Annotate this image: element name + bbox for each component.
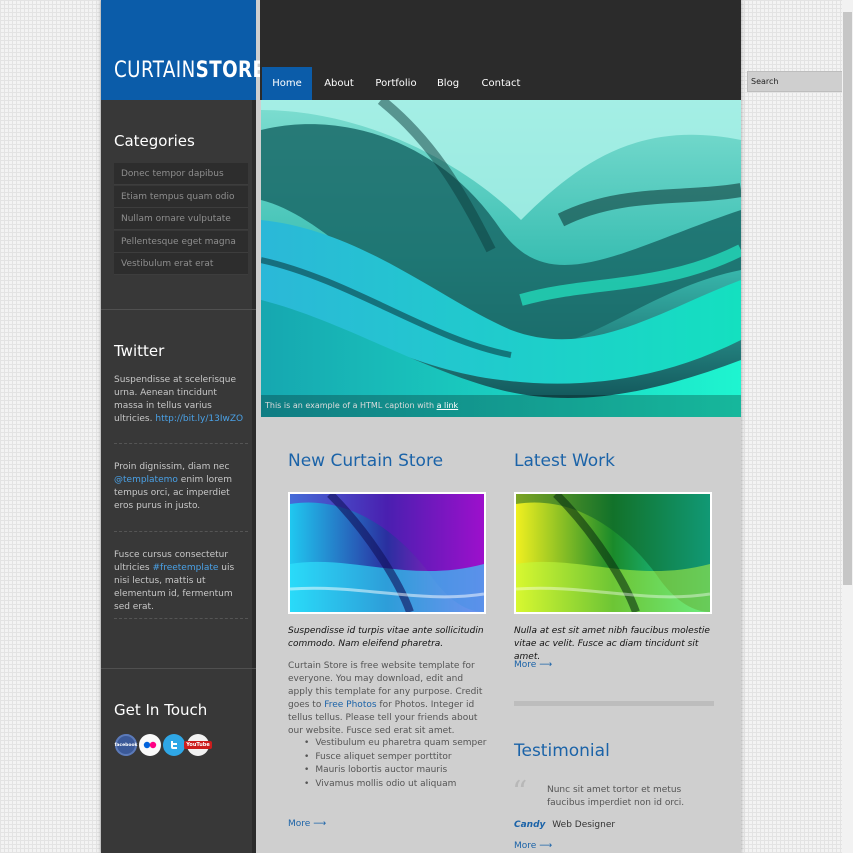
- quote-icon: “: [512, 775, 528, 810]
- tweet-link[interactable]: #freetemplate: [152, 563, 218, 573]
- author-name: Candy: [514, 820, 546, 830]
- list-item: Vivamus mollis odio ut aliquam: [304, 778, 486, 792]
- arrow-right-icon: ⟶: [313, 819, 327, 829]
- tweet-divider: [114, 618, 248, 619]
- thumbnail-image[interactable]: [514, 492, 712, 614]
- nav-blog[interactable]: Blog: [430, 67, 466, 100]
- tweet-link[interactable]: http://bit.ly/13IwZO: [155, 414, 243, 424]
- tweet-link[interactable]: @templatemo: [114, 475, 178, 485]
- body-text: Curtain Store is free website template f…: [288, 661, 483, 736]
- category-item[interactable]: Donec tempor dapibus: [114, 163, 248, 185]
- logo-text-bold: STORE: [195, 58, 266, 83]
- list-item: Fusce aliquet semper porttitor: [304, 751, 486, 765]
- section-title: Testimonial: [514, 741, 610, 761]
- flickr-icon[interactable]: [139, 734, 161, 756]
- category-item[interactable]: Vestibulum erat erat: [114, 253, 248, 275]
- more-link[interactable]: More ⟶: [514, 660, 552, 670]
- tweet-text: Proin dignissim, diam nec: [114, 462, 230, 472]
- caption-text: This is an example of a HTML caption wit…: [265, 401, 435, 410]
- banner-image: [261, 100, 741, 417]
- tweet: Suspendisse at scelerisque urna. Aenean …: [114, 374, 248, 426]
- intro-text: Nulla at est sit amet nibh faucibus mole…: [514, 626, 710, 662]
- categories-list: Donec tempor dapibus Etiam tempus quam o…: [114, 163, 248, 276]
- divider: [514, 701, 714, 706]
- category-item[interactable]: Pellentesque eget magna: [114, 230, 248, 253]
- sidebar: CURTAINSTORE Categories Donec tempor dap…: [101, 0, 265, 853]
- logo-text-light: CURTAIN: [114, 58, 196, 83]
- divider: [101, 309, 256, 310]
- tweet: Proin dignissim, diam nec @templatemo en…: [114, 461, 248, 513]
- arrow-right-icon: ⟶: [539, 660, 553, 670]
- list-item: Mauris lobortis auctor mauris: [304, 764, 486, 778]
- scrollbar-thumb[interactable]: [843, 12, 852, 585]
- caption-link[interactable]: a link: [437, 401, 459, 410]
- category-item[interactable]: Etiam tempus quam odio: [114, 185, 248, 208]
- more-link[interactable]: More ⟶: [514, 841, 552, 851]
- page-wrapper: CURTAINSTORE Categories Donec tempor dap…: [101, 0, 853, 853]
- thumbnail-image[interactable]: [288, 492, 486, 614]
- youtube-icon[interactable]: YouTube: [184, 734, 212, 756]
- header-bar: Home About Portfolio Blog Contact: [260, 0, 853, 100]
- free-photos-link[interactable]: Free Photos: [324, 700, 376, 710]
- intro-text: Suspendisse id turpis vitae ante sollici…: [288, 626, 484, 649]
- tweet: Fusce cursus consectetur ultricies #free…: [114, 549, 248, 614]
- banner-slider[interactable]: This is an example of a HTML caption wit…: [261, 100, 741, 417]
- contact-title: Get In Touch: [114, 701, 208, 719]
- author-role: Web Designer: [552, 820, 616, 830]
- list-item: Vestibulum eu pharetra quam semper: [304, 737, 486, 751]
- categories-title: Categories: [114, 132, 195, 150]
- nav-home[interactable]: Home: [262, 67, 312, 100]
- category-item[interactable]: Nullam ornare vulputate: [114, 208, 248, 230]
- bullet-list: Vestibulum eu pharetra quam semper Fusce…: [304, 737, 486, 791]
- tweet-divider: [114, 531, 248, 532]
- more-link[interactable]: More ⟶: [288, 819, 326, 829]
- logo[interactable]: CURTAINSTORE: [101, 0, 265, 100]
- twitter-icon[interactable]: [163, 734, 185, 756]
- arrow-right-icon: ⟶: [539, 841, 553, 851]
- facebook-icon[interactable]: facebook: [114, 734, 138, 756]
- divider: [101, 668, 256, 669]
- nav-portfolio[interactable]: Portfolio: [368, 67, 424, 100]
- testimonial-quote: Nunc sit amet tortor et metus faucibus i…: [547, 785, 685, 808]
- testimonial-author: Candy Web Designer: [514, 819, 615, 832]
- nav-about[interactable]: About: [318, 67, 360, 100]
- twitter-title: Twitter: [114, 342, 165, 360]
- section-title: Latest Work: [514, 451, 615, 471]
- tweet-divider: [114, 443, 248, 444]
- nav-contact[interactable]: Contact: [476, 67, 526, 100]
- search-input[interactable]: [747, 71, 853, 92]
- section-title: New Curtain Store: [288, 451, 444, 471]
- banner-caption: This is an example of a HTML caption wit…: [261, 395, 741, 417]
